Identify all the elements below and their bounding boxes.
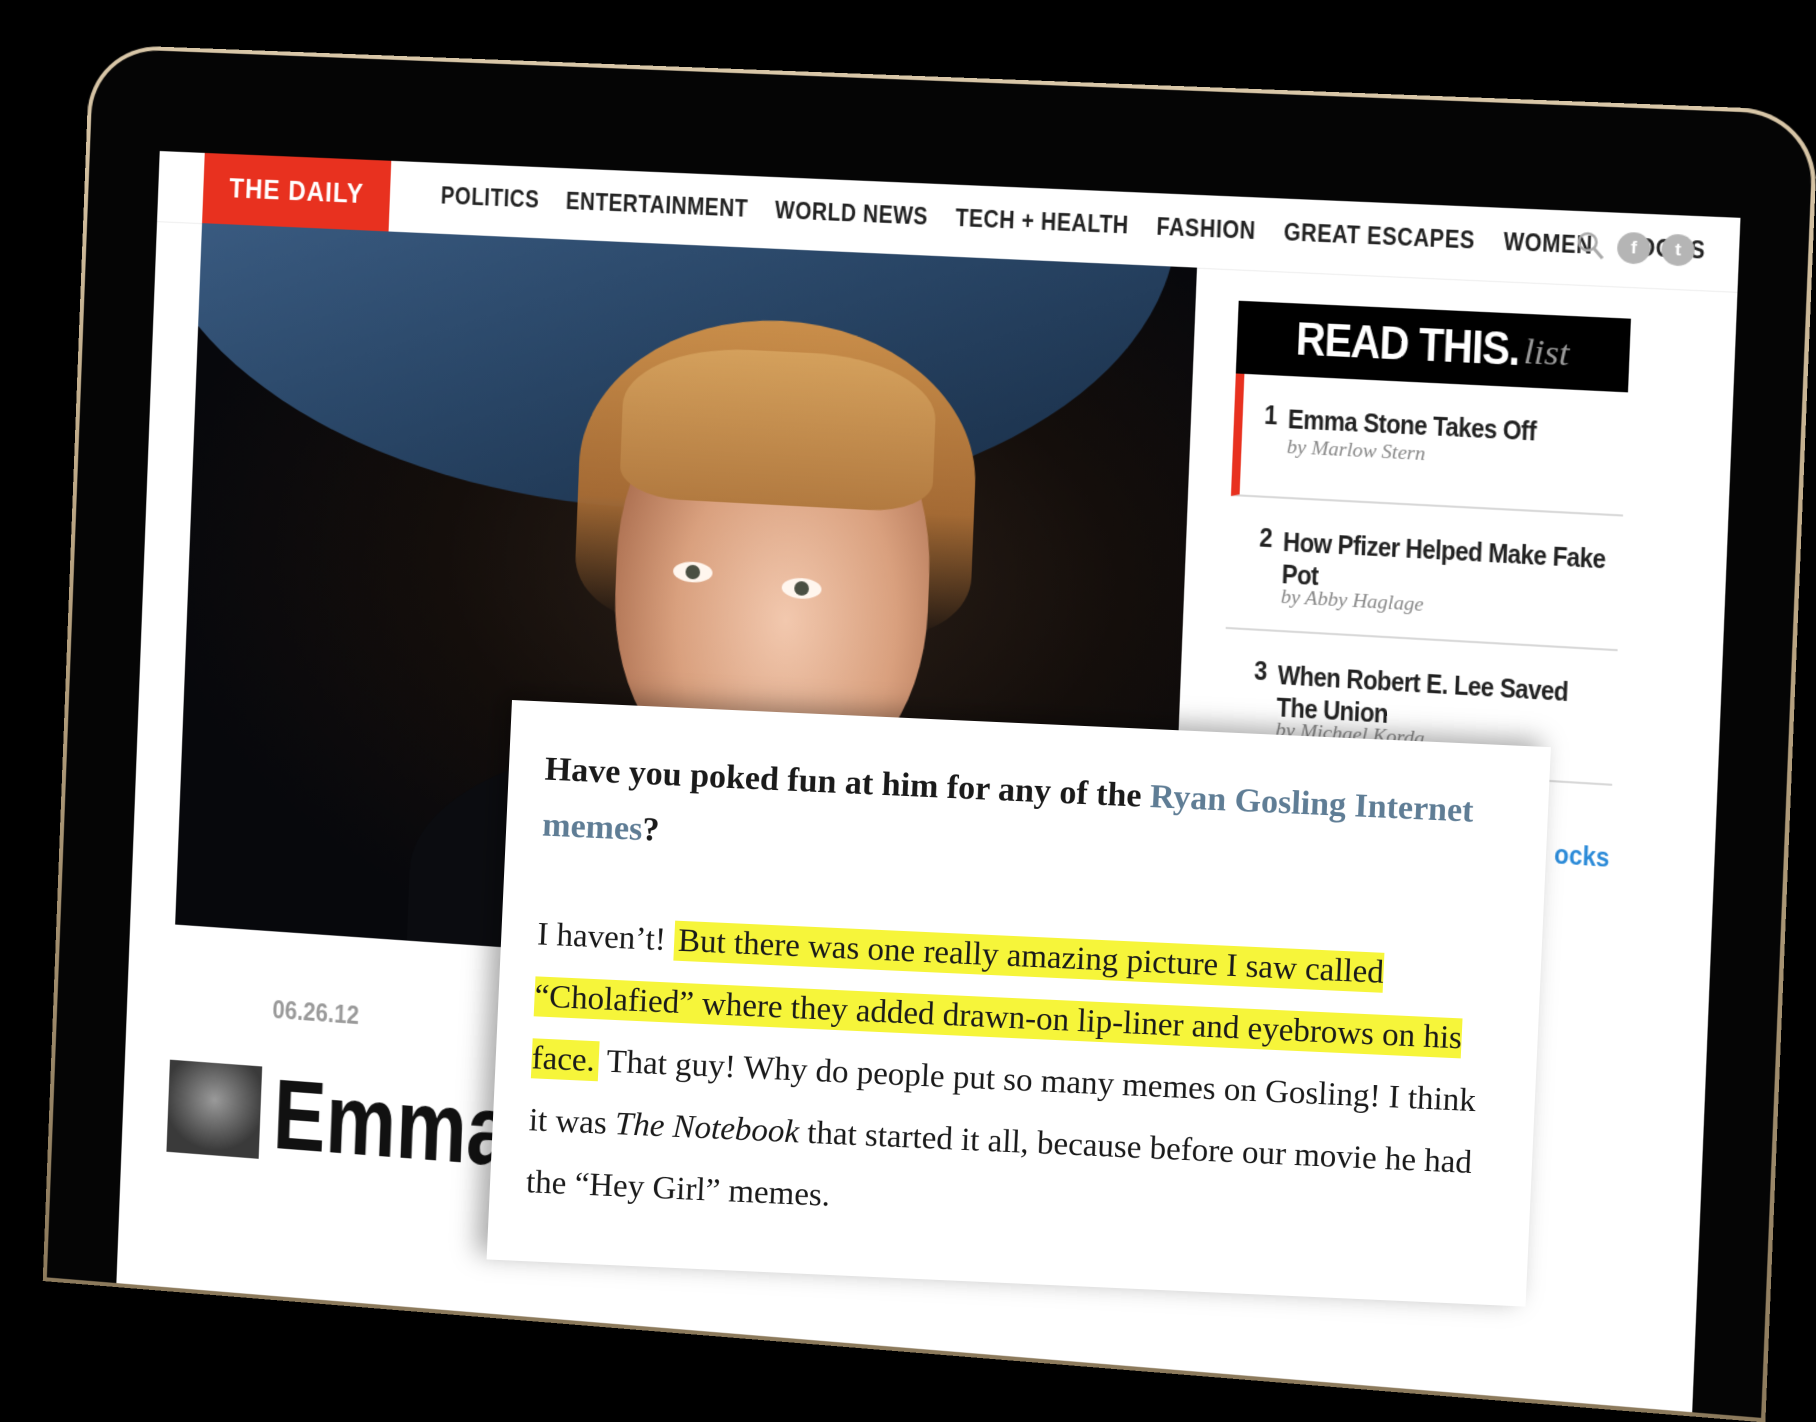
nav-great-escapes[interactable]: GREAT ESCAPES	[1283, 219, 1475, 256]
twitter-icon[interactable]: t	[1660, 233, 1696, 267]
nav-politics[interactable]: POLITICS	[440, 183, 539, 215]
search-icon[interactable]	[1575, 230, 1607, 263]
header-icons: f t	[1575, 230, 1696, 267]
movie-title: The Notebook	[614, 1106, 800, 1151]
list-item-number: 2	[1258, 521, 1274, 554]
interview-question: Have you poked fun at him for any of the…	[541, 742, 1509, 898]
nav-fashion[interactable]: FASHION	[1156, 214, 1256, 247]
zoomed-quote-card: Have you poked fun at him for any of the…	[486, 700, 1551, 1307]
nav-tech-health[interactable]: TECH + HEALTH	[955, 205, 1129, 241]
list-item-number: 3	[1253, 654, 1268, 687]
answer-text: I haven’t!	[536, 916, 675, 959]
question-text: Have you poked fun at him for any of the	[544, 750, 1151, 816]
list-item-number: 1	[1263, 399, 1279, 432]
partial-link[interactable]: ocks	[1554, 839, 1610, 875]
article-date: 06.26.12	[271, 994, 360, 1031]
author-avatar	[166, 1059, 263, 1159]
interview-answer: I haven’t! But there was one really amaz…	[525, 903, 1502, 1256]
facebook-icon[interactable]: f	[1616, 231, 1652, 265]
read-this-list-label: list	[1522, 332, 1571, 374]
nav-entertainment[interactable]: ENTERTAINMENT	[565, 188, 748, 224]
nav-world-news[interactable]: WORLD NEWS	[774, 197, 928, 232]
read-this-list: READ THIS.list 1 Emma Stone Takes Off by…	[1220, 300, 1631, 786]
list-item[interactable]: 2 How Pfizer Helped Make Fake Pot by Abb…	[1225, 496, 1623, 652]
fringe-shape	[619, 344, 938, 514]
list-item[interactable]: 1 Emma Stone Takes Off by Marlow Stern	[1230, 373, 1628, 517]
question-end: ?	[641, 811, 661, 849]
